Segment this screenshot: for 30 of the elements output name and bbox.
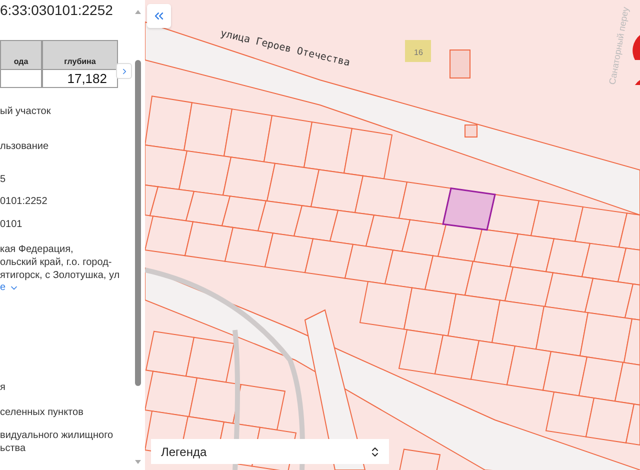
show-more-link[interactable]: е <box>0 282 137 293</box>
land-parcel[interactable] <box>486 194 540 236</box>
scroll-right-button[interactable] <box>116 63 132 79</box>
street-label: Санаторный переу <box>607 6 631 86</box>
field-value: кая Федерация, ольский край, г.о. город- ятигорск, с Золотушка, ул <box>0 243 121 282</box>
land-parcel[interactable] <box>398 182 452 225</box>
field-value: 0101 <box>0 218 24 231</box>
chevrons-up-down-icon <box>369 446 381 458</box>
field-value: 0101:2252 <box>0 195 48 208</box>
collapse-panel-button[interactable] <box>147 4 171 28</box>
field-value: видуального жилищного ьства <box>0 429 114 455</box>
selected-parcel[interactable] <box>442 187 496 231</box>
scrollbar-thumb[interactable] <box>135 60 141 386</box>
column-header: ода <box>0 40 42 70</box>
land-parcel[interactable] <box>437 224 483 262</box>
legend-dropdown[interactable]: Легенда <box>151 439 389 464</box>
scroll-up-arrow[interactable] <box>135 10 141 14</box>
parcel-number: 6:33:030101:2252 <box>0 2 114 18</box>
scroll-down-arrow[interactable] <box>135 460 141 464</box>
field-value: ый участок <box>0 105 52 118</box>
field-value: я <box>0 381 6 394</box>
building <box>405 40 431 62</box>
field-value: селенных пунктов <box>0 406 84 419</box>
house-number: 16 <box>414 48 423 57</box>
building <box>464 124 478 138</box>
table-cell <box>0 70 42 88</box>
field-value: льзование <box>0 140 50 153</box>
column-header: глубина <box>42 40 118 70</box>
field-value: 5 <box>0 173 7 186</box>
building <box>450 50 470 78</box>
